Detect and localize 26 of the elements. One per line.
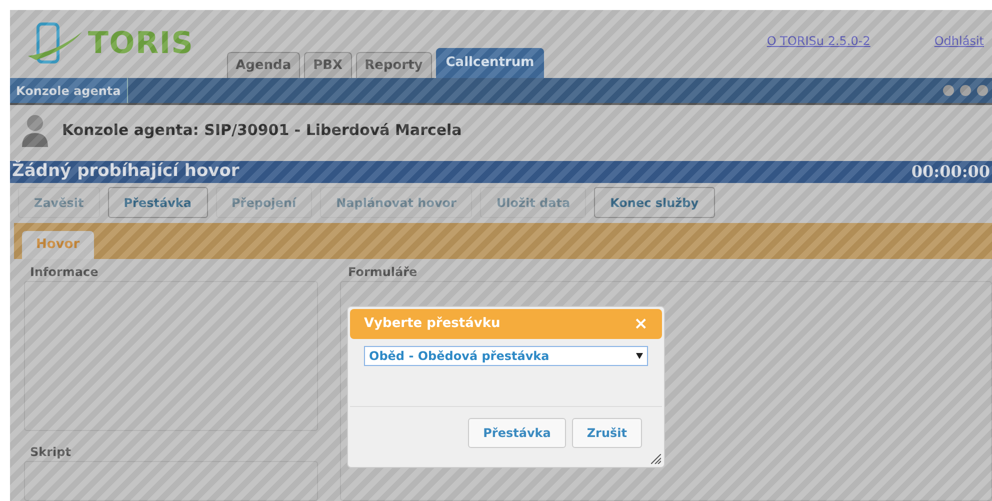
- call-timer: 00:00:00: [911, 161, 991, 183]
- close-button[interactable]: ×: [634, 316, 648, 332]
- break-select[interactable]: Oběd - Obědová přestávka: [364, 346, 648, 366]
- header-link[interactable]: O TORISu 2.5.0-2: [766, 32, 870, 50]
- phone-logo-icon: [26, 22, 84, 66]
- toolbar-button[interactable]: Konec služby: [594, 187, 715, 218]
- nav-tab[interactable]: Callcentrum: [436, 48, 544, 78]
- panel-title: Informace: [29, 264, 100, 281]
- dropdown-caret-icon: [636, 353, 643, 359]
- dialog-title: Vyberte přestávku: [364, 315, 500, 334]
- sub-nav-item[interactable]: Konzole agenta: [10, 78, 128, 103]
- page-title: Konzole agenta: SIP/30901 - Liberdová Marcela: [62, 120, 462, 141]
- nav-tab[interactable]: Agenda: [226, 52, 300, 78]
- logo-text: TORIS: [88, 29, 194, 59]
- resize-handle-icon[interactable]: [651, 454, 661, 464]
- dialog-button[interactable]: Zrušit: [572, 418, 642, 448]
- agent-avatar-icon: [20, 113, 50, 147]
- nav-tab[interactable]: PBX: [304, 52, 352, 78]
- panel-title: Skript: [29, 444, 72, 461]
- toolbar-button[interactable]: Přestávka: [108, 187, 208, 218]
- dialog-button[interactable]: Přestávka: [468, 418, 566, 448]
- nav-tab[interactable]: Reporty: [356, 52, 432, 78]
- call-status: Žádný probíhající hovor: [11, 159, 240, 184]
- panel-title: Formuláře: [347, 264, 418, 281]
- header-link[interactable]: Odhlásit: [934, 32, 984, 50]
- call-tab[interactable]: Hovor: [22, 231, 94, 259]
